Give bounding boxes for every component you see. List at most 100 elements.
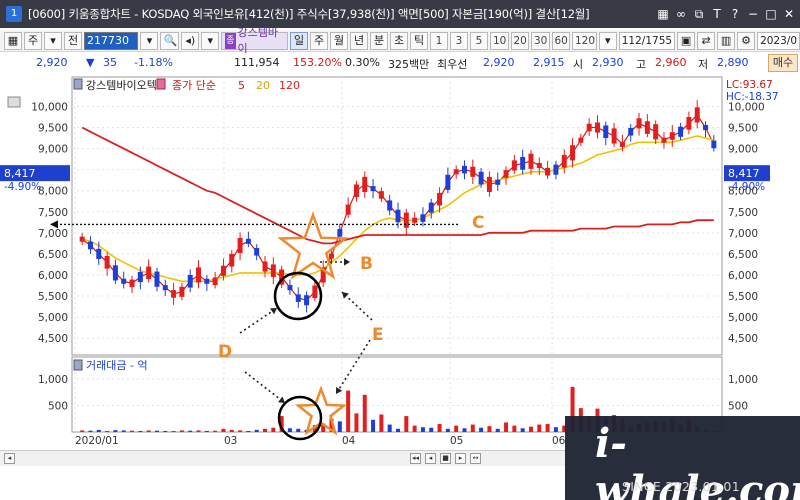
volume-bar [504,422,509,432]
period-tick-button[interactable]: 틱 [410,31,428,50]
chart-compare-icon[interactable]: ⇄ [697,31,716,50]
y-tick-right: 10,000 [728,101,765,113]
market-button[interactable]: 주 [24,31,42,50]
stock-code-input[interactable]: 217730 [84,31,139,50]
volume-bar [379,414,384,432]
interval-60-button[interactable]: 60 [551,31,570,50]
candle-body [254,248,260,256]
scroll-next-icon[interactable]: ▸ [455,453,466,464]
volume-bar [188,430,193,432]
period-week-button[interactable]: 주 [310,31,328,50]
volume-bar [479,427,484,432]
scroll-prev-icon[interactable]: ◂ [425,453,436,464]
y-tick-left: 9,500 [38,123,68,135]
maximize-icon[interactable]: □ [764,7,778,21]
candle-body [553,164,559,175]
period-minute-button[interactable]: 분 [370,31,388,50]
search-icon[interactable]: 🔍 [160,31,180,50]
text-icon[interactable]: T [710,7,724,21]
restore-icon[interactable]: ⧉ [692,7,706,21]
count-total: 1755 [645,34,673,47]
volume-bar [412,425,417,432]
price-chart[interactable]: 4,500 4,500 5,000 5,000 5,500 5,500 6,000 6,000… [0,74,800,450]
panel-menu-icon[interactable] [7,96,21,108]
candle-body [694,107,700,123]
volume-tick-right: 500 [728,400,748,412]
period-month-button[interactable]: 월 [330,31,348,50]
speaker-icon[interactable]: ◂) [181,31,200,50]
period-day-button[interactable]: 일 [290,31,308,50]
candle-body [304,295,310,306]
candle-body [453,169,459,175]
down-arrow-icon: ▼ [86,56,95,69]
dropdown-arrow-icon[interactable]: ▾ [44,31,62,50]
volume-bar [520,428,525,432]
period-year-button[interactable]: 년 [350,31,368,50]
candle-body [370,186,376,192]
title-bar: 1 [0600] 키움종합차트 - KOSDAQ 외국인보유[412(천)] 주… [0,0,800,28]
interval-120-button[interactable]: 120 [572,31,597,50]
zoom-slider-icon[interactable]: ↔ [470,453,481,464]
code-dropdown-icon[interactable]: ▾ [140,31,159,50]
favorite-grid-icon[interactable]: ▦ [4,31,22,50]
speaker-dropdown-icon[interactable]: ▾ [201,31,220,50]
candle-body [87,241,93,250]
legend-ma-5: 5 [238,79,245,92]
candle-body [345,204,351,215]
candle-body [270,264,276,278]
candle-body [603,125,609,139]
volume-bar [130,430,135,432]
candle-body [196,267,202,283]
candle-body [520,157,526,170]
interval-20-button[interactable]: 20 [510,31,529,50]
scroll-left-icon[interactable]: ◂ [4,453,15,464]
candle-body [644,121,650,134]
candle-body [669,132,675,140]
close-icon[interactable]: ✕ [782,7,796,21]
period-second-button[interactable]: 초 [390,31,408,50]
all-button[interactable]: 전 [64,31,82,50]
chart-zoom-icon[interactable]: ▣ [677,31,696,50]
interval-10-button[interactable]: 10 [490,31,509,50]
volume-bar [470,424,475,432]
candle-body [112,265,118,281]
grid-icon[interactable]: ▦ [656,7,670,21]
interval-30-button[interactable]: 30 [531,31,550,50]
volume-bar [296,428,301,432]
minimize-icon[interactable]: − [746,7,760,21]
interval-3-button[interactable]: 3 [450,31,468,50]
y-tick-left: 10,000 [31,101,68,113]
buy-button[interactable]: 매수 [768,54,798,72]
y-tick-left: 8,000 [38,186,68,198]
candle-body [220,265,226,276]
volume-bar [495,428,500,432]
link-icon[interactable]: ∞ [674,7,688,21]
date-field[interactable]: 2023/0 [757,31,800,50]
volume-bar [246,430,251,432]
stock-name-box[interactable]: 종 강스템바이 [221,26,288,55]
help-icon[interactable]: ? [728,7,742,21]
candle-body [628,127,634,136]
stop-icon[interactable]: ■ [440,453,451,464]
candle-body [154,271,160,287]
volume-legend-icon [73,359,83,371]
interval-dropdown-icon[interactable]: ▾ [598,31,617,50]
chart-layout-icon[interactable]: ▥ [717,31,736,50]
candle-body [478,171,484,185]
candle-body [578,137,584,143]
volume-bar [371,419,376,432]
interval-5-button[interactable]: 5 [470,31,488,50]
volume-bar [80,430,85,432]
volume-bar [437,424,442,432]
toolbar: ▦ 주 ▾ 전 217730 ▾ 🔍 ◂) ▾ 종 강스템바이 일 주 월 년 … [0,26,800,55]
candle-body [353,184,359,198]
candle-body [229,253,235,267]
candle-body [129,279,135,288]
scroll-begin-icon[interactable]: ◂◂ [410,453,421,464]
count-field[interactable]: 112/1755 [618,31,676,50]
candle-body [378,191,384,199]
interval-1-button[interactable]: 1 [430,31,448,50]
volume-bar [238,430,243,432]
settings-gear-icon[interactable]: ⚙ [737,31,756,50]
best-ask-price: 2,920 [483,56,515,69]
